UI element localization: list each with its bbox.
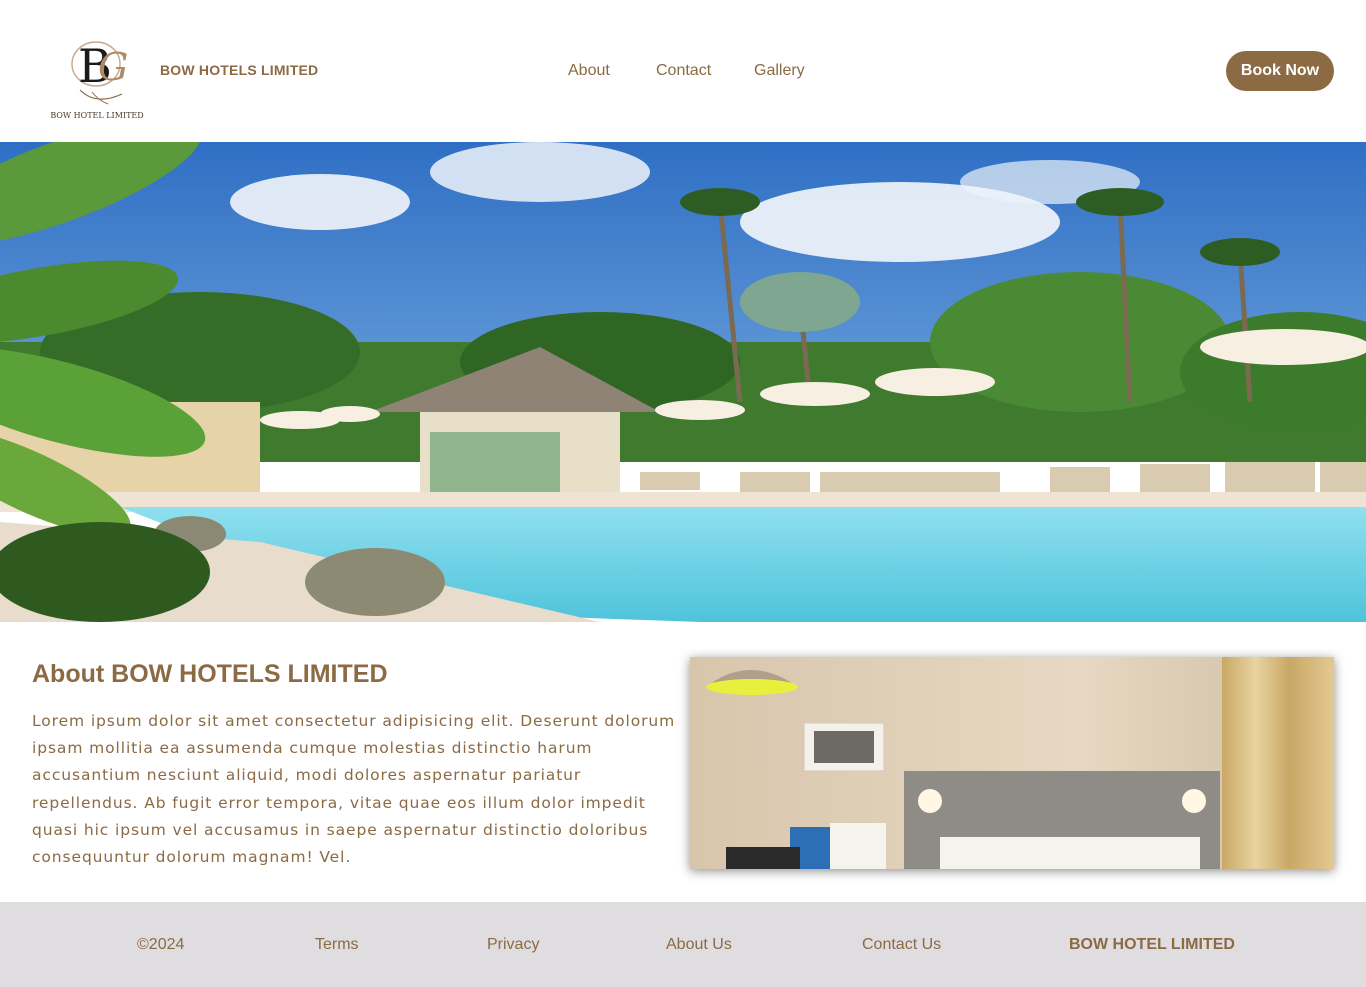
footer-privacy-link[interactable]: Privacy (487, 936, 539, 954)
hero-image (0, 142, 1366, 622)
footer-copyright: ©2024 (137, 936, 185, 953)
room-image (690, 657, 1334, 869)
site-footer: ©2024 Terms Privacy About Us Contact Us … (0, 902, 1366, 987)
nav-contact-link[interactable]: Contact (656, 62, 711, 80)
about-title: About BOW HOTELS LIMITED (32, 660, 388, 688)
nav-gallery-link[interactable]: Gallery (754, 62, 805, 80)
brand-name: BOW HOTELS LIMITED (160, 62, 319, 78)
book-now-button[interactable]: Book Now (1226, 51, 1334, 91)
logo-caption: BOW HOTEL LIMITED (50, 111, 144, 120)
nav-about-link[interactable]: About (568, 62, 610, 80)
about-text: Lorem ipsum dolor sit amet consectetur a… (32, 712, 676, 867)
footer-about-us-link[interactable]: About Us (666, 936, 732, 954)
footer-contact-us-link[interactable]: Contact Us (862, 936, 941, 954)
footer-terms-link[interactable]: Terms (315, 936, 359, 954)
logo[interactable]: B G BOW HOTEL LIMITED (44, 34, 150, 124)
svg-text:G: G (98, 45, 128, 89)
bg-monogram-logo-icon: B G (71, 39, 128, 105)
site-header: B G BOW HOTEL LIMITED BOW HOTELS LIMITED… (0, 0, 1366, 142)
footer-brand: BOW HOTEL LIMITED (1069, 936, 1235, 953)
